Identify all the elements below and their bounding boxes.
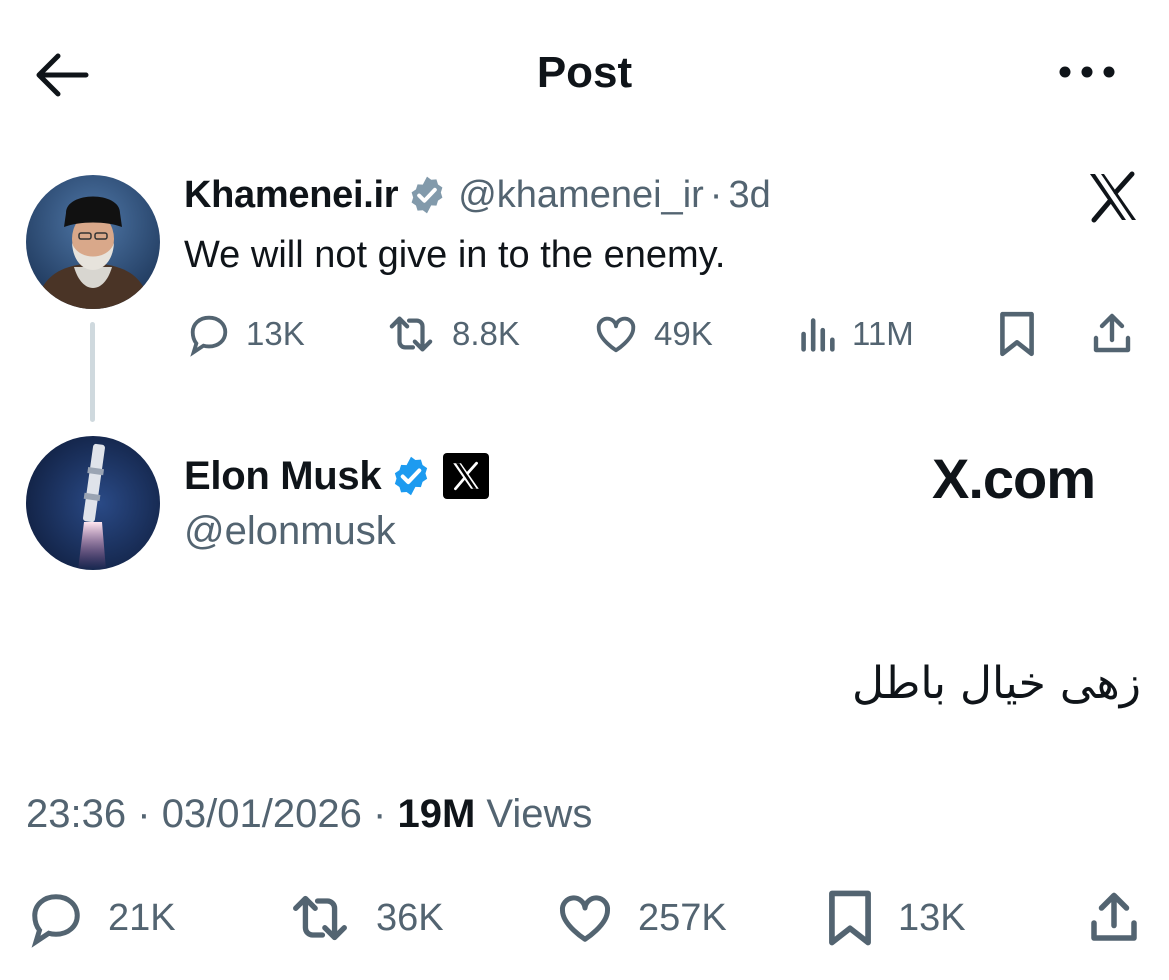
bookmark-button[interactable]: 13K [824,886,966,950]
analytics-icon [801,318,835,352]
x-affiliate-badge-icon[interactable] [443,453,490,499]
main-post-header: Elon Musk [184,448,490,504]
like-count: 49K [654,315,713,352]
repost-count: 8.8K [452,315,520,352]
bookmark-icon [829,890,871,946]
separator-dot: · [709,173,723,216]
author-handle[interactable]: @elonmusk [184,506,396,556]
share-button[interactable] [1088,308,1136,360]
author-name[interactable]: Elon Musk [184,454,382,499]
verified-badge-icon [395,456,428,496]
page-title: Post [536,48,633,97]
views-label: Views [486,792,593,836]
avatar-elon-musk[interactable] [26,436,160,570]
verified-badge-icon [411,176,443,214]
separator-dot: · [137,792,151,836]
reply-button[interactable]: 13K [186,308,305,360]
reply-count: 21K [108,896,176,939]
repost-button[interactable]: 36K [286,886,444,950]
share-icon [1093,313,1131,353]
bookmark-count: 13K [898,896,966,939]
repost-count: 36K [376,896,444,939]
like-button[interactable]: 257K [554,886,727,950]
repost-button[interactable]: 8.8K [384,308,520,360]
like-count: 257K [638,896,727,939]
bookmark-button[interactable] [996,308,1038,360]
quoted-post-header: Khamenei.ir @khamenei_ir · 3d [184,168,771,222]
avatar-rocket-image [26,436,160,570]
more-horizontal-icon [1059,66,1115,78]
views-count: 11M [852,315,914,352]
more-options-button[interactable] [1056,52,1118,92]
reply-button[interactable]: 21K [26,886,176,950]
bookmark-icon [1000,311,1034,357]
heart-icon [559,895,611,942]
like-button[interactable]: 49K [592,308,713,360]
post-time[interactable]: 23:36 [26,792,126,836]
thread-connector-line [90,322,95,422]
post-metadata: 23:36 · 03/01/2026 · 19M Views [26,786,592,842]
share-button[interactable] [1084,886,1144,950]
post-time[interactable]: 3d [728,174,770,217]
views-count: 19M [397,792,476,836]
author-name[interactable]: Khamenei.ir [184,174,399,217]
x-com-logo: X.com [932,446,1096,510]
repost-icon [293,895,347,941]
reply-icon [31,894,80,948]
heart-icon [596,316,636,353]
avatar-khamenei[interactable] [26,175,160,309]
repost-icon [389,316,433,352]
quoted-post-text: We will not give in to the enemy. [184,234,726,276]
views-button[interactable]: 11M [796,308,914,360]
x-com-logo-text: X.com [932,446,1096,510]
author-handle[interactable]: @khamenei_ir [458,174,704,217]
avatar-portrait-image [26,175,160,309]
share-icon [1091,892,1137,941]
reply-icon [190,315,228,357]
reply-count: 13K [246,315,305,352]
main-post-text: زهی خیال باطل [852,658,1141,709]
x-logo-icon [1086,170,1140,224]
separator-dot: · [373,792,387,836]
post-date[interactable]: 03/01/2026 [162,792,362,836]
